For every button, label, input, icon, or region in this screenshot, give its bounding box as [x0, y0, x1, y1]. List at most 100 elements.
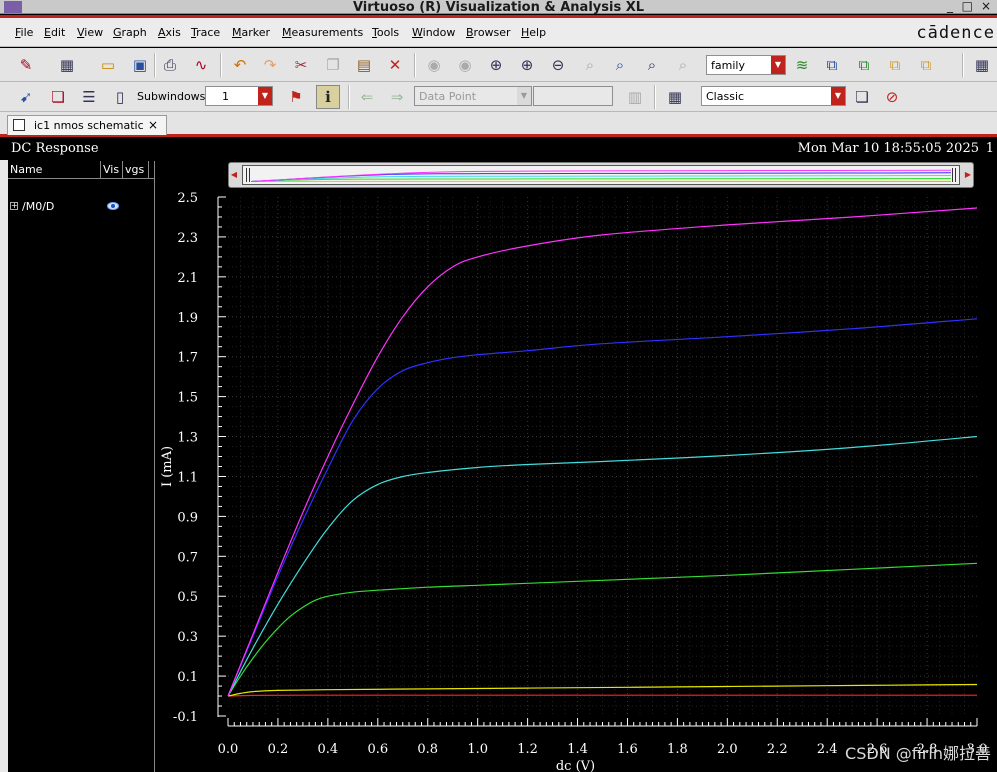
paste-icon[interactable]: ▤: [352, 53, 376, 77]
y-tick-label: 0.9: [177, 510, 198, 525]
x-tick-label: 0.4: [318, 742, 339, 757]
column-divider[interactable]: [122, 161, 123, 179]
plot-area[interactable]: 2.5 2.3 2.1 1.9 1.7 1.5 1.3 1.1 0.9 0.7 0.5 0.3 0.1 -…: [155, 188, 997, 772]
subwindow-number: 1: [985, 141, 994, 156]
chevron-down-icon[interactable]: ▼: [771, 56, 785, 74]
grid-layout-icon[interactable]: ▦: [970, 53, 994, 77]
new-subwindow-icon[interactable]: ▦: [55, 53, 79, 77]
cards-icon[interactable]: ❏: [46, 85, 70, 109]
y-tick-label: 0.1: [177, 670, 198, 685]
zoom-reset-icon[interactable]: ⌕: [671, 53, 695, 77]
menu-trace[interactable]: Trace: [191, 26, 220, 39]
family-combo-value: family: [711, 59, 745, 72]
open-folder-icon[interactable]: ▭: [96, 53, 120, 77]
chevron-down-icon[interactable]: ▼: [258, 87, 272, 105]
menu-edit[interactable]: Edit: [44, 26, 65, 39]
expand-icon[interactable]: +: [10, 202, 18, 210]
menu-window[interactable]: Window: [412, 26, 455, 39]
zoom-x-icon[interactable]: ⊕: [515, 53, 539, 77]
undo-icon[interactable]: ↶: [228, 53, 252, 77]
zoom-in-icon[interactable]: ⊕: [484, 53, 508, 77]
stack-traces-icon[interactable]: ≋: [790, 53, 814, 77]
menu-view[interactable]: View: [77, 26, 103, 39]
redo-icon[interactable]: ↷: [258, 53, 282, 77]
close-window-button[interactable]: ×: [981, 0, 991, 13]
save-icon[interactable]: ▣: [128, 53, 152, 77]
tab-ic1-nmos-schematic[interactable]: ic1 nmos schematic ×: [7, 115, 167, 135]
eye-icon[interactable]: [107, 202, 119, 210]
columns-layout-icon[interactable]: ▯: [108, 85, 132, 109]
chevron-down-icon[interactable]: ▼: [831, 87, 845, 105]
y-tick-label: -0.1: [173, 710, 198, 725]
menu-graph[interactable]: Graph: [113, 26, 147, 39]
dc-response-chart[interactable]: 2.5 2.3 2.1 1.9 1.7 1.5 1.3 1.1 0.9 0.7 0.5 0.3 0.1 -…: [155, 188, 997, 772]
menu-marker[interactable]: Marker: [232, 26, 270, 39]
apply-style-icon[interactable]: ❏: [850, 85, 874, 109]
print-icon[interactable]: ⎙: [158, 53, 182, 77]
datapoint-combo[interactable]: Data Point ▼: [414, 86, 532, 106]
overview-scrollbar[interactable]: ◀ ▶: [228, 162, 974, 188]
delete-icon[interactable]: ✕: [383, 53, 407, 77]
x-tick-label: 0.2: [268, 742, 289, 757]
zoom-box-icon[interactable]: ⌕: [608, 53, 632, 77]
merge-icon[interactable]: ⧉: [914, 53, 938, 77]
column-divider[interactable]: [148, 161, 149, 179]
histogram-icon[interactable]: ▥: [623, 85, 647, 109]
scroll-right-icon[interactable]: ▶: [963, 167, 973, 183]
subwindows-combo[interactable]: 1 ▼: [205, 86, 273, 106]
overview-traces: [250, 169, 952, 182]
toolbar-separator: [414, 53, 416, 77]
overlay-icon[interactable]: ⧉: [852, 53, 876, 77]
col-vgs[interactable]: vgs: [125, 163, 144, 176]
signal-row[interactable]: + /M0/D: [8, 200, 154, 215]
info-icon[interactable]: ℹ: [316, 85, 340, 109]
pointer-icon[interactable]: ➹: [14, 85, 38, 109]
zoom-fit-icon[interactable]: ⌕: [578, 53, 602, 77]
maximize-button[interactable]: □: [962, 0, 973, 13]
strip-chart-icon[interactable]: ⧉: [820, 53, 844, 77]
prev-point-icon[interactable]: ⇐: [355, 85, 379, 109]
scroll-handle-right[interactable]: [952, 168, 956, 182]
y-tick-label: 1.9: [177, 311, 198, 326]
family-combo[interactable]: family ▼: [706, 55, 786, 75]
clear-style-icon[interactable]: ⊘: [880, 85, 904, 109]
flag-icon[interactable]: ⚑: [284, 85, 308, 109]
menu-tools[interactable]: Tools: [372, 26, 399, 39]
calculator-icon[interactable]: ▦: [663, 85, 687, 109]
menu-help[interactable]: Help: [521, 26, 546, 39]
menu-axis[interactable]: Axis: [158, 26, 181, 39]
split-icon[interactable]: ⧉: [883, 53, 907, 77]
tab-close-icon[interactable]: ×: [148, 118, 158, 132]
new-window-icon[interactable]: ✎: [14, 53, 38, 77]
scroll-left-icon[interactable]: ◀: [229, 167, 239, 183]
signal-name: /M0/D: [22, 200, 55, 213]
forward-icon[interactable]: ◉: [453, 53, 477, 77]
scroll-thumb[interactable]: [242, 165, 960, 185]
next-point-icon[interactable]: ⇒: [385, 85, 409, 109]
column-divider[interactable]: [100, 161, 101, 179]
cut-icon[interactable]: ✂: [289, 53, 313, 77]
zoom-region-icon[interactable]: ⌕: [640, 53, 664, 77]
zoom-out-icon[interactable]: ⊖: [546, 53, 570, 77]
window-titlebar: Virtuoso (R) Visualization & Analysis XL…: [0, 0, 997, 15]
chevron-down-icon[interactable]: ▼: [517, 87, 531, 105]
style-combo[interactable]: Classic ▼: [701, 86, 846, 106]
toolbar-separator: [654, 85, 656, 109]
graph-header: DC Response Mon Mar 10 18:55:05 2025 1: [0, 140, 997, 160]
waveform-icon[interactable]: ∿: [189, 53, 213, 77]
back-icon[interactable]: ◉: [422, 53, 446, 77]
x-tick-label: 1.0: [467, 742, 488, 757]
menu-file[interactable]: File: [15, 26, 33, 39]
col-vis[interactable]: Vis: [103, 163, 119, 176]
datapoint-value-field[interactable]: [533, 86, 613, 106]
style-combo-value: Classic: [706, 90, 745, 103]
app-icon: [4, 1, 22, 13]
copy-icon[interactable]: ❐: [321, 53, 345, 77]
minimize-button[interactable]: _: [947, 0, 953, 13]
rows-layout-icon[interactable]: ☰: [77, 85, 101, 109]
y-tick-label: 0.7: [177, 550, 198, 565]
menu-browser[interactable]: Browser: [466, 26, 511, 39]
col-name[interactable]: Name: [10, 163, 42, 176]
menu-measurements[interactable]: Measurements: [282, 26, 363, 39]
graph-title: DC Response: [11, 141, 99, 156]
